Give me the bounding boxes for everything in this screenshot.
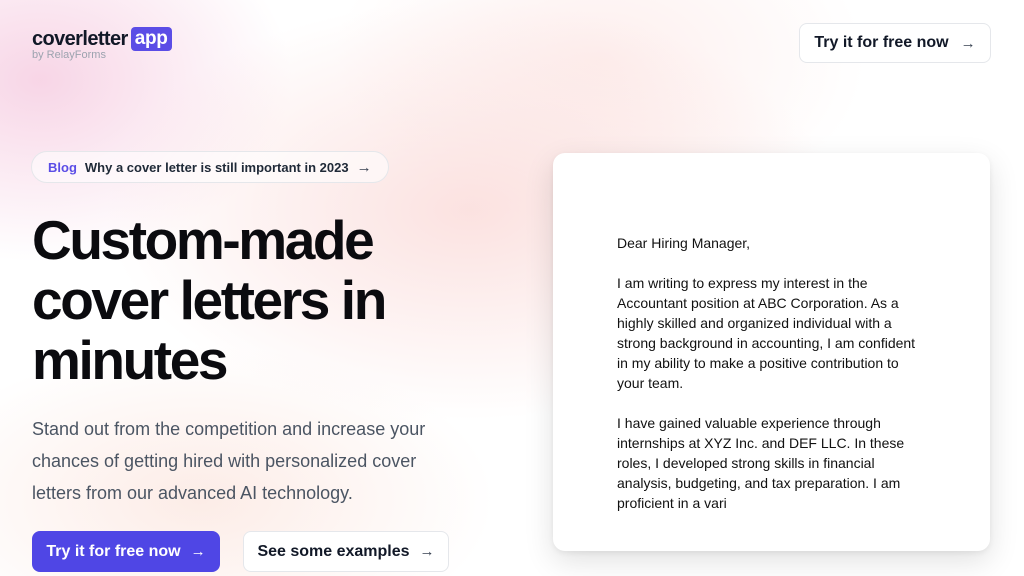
logo-badge: app xyxy=(130,27,172,51)
cover-letter-preview: Dear Hiring Manager, I am writing to exp… xyxy=(553,153,990,551)
blog-title: Why a cover letter is still important in… xyxy=(84,159,349,175)
blog-tag: Blog xyxy=(48,159,77,175)
blog-announcement-link[interactable]: Blog Why a cover letter is still importa… xyxy=(31,151,389,183)
header-try-free-button[interactable]: Try it for free now → xyxy=(799,23,991,63)
letter-paragraph: I am writing to express my interest in t… xyxy=(617,275,916,391)
arrow-right-icon: → xyxy=(356,158,372,176)
try-free-button[interactable]: Try it for free now → xyxy=(32,531,220,572)
hero-subtext: Stand out from the competition and incre… xyxy=(32,419,426,503)
hero-headline: Custom-made cover letters in minutes xyxy=(32,209,387,391)
letter-body: Dear Hiring Manager, I am writing to exp… xyxy=(617,233,927,533)
letter-greeting: Dear Hiring Manager, xyxy=(617,235,751,251)
arrow-right-icon: → xyxy=(190,543,206,560)
try-free-label: Try it for free now xyxy=(46,542,181,560)
see-examples-label: See some examples xyxy=(257,542,410,560)
see-examples-button[interactable]: See some examples → xyxy=(243,531,449,572)
arrow-right-icon: → xyxy=(960,34,976,52)
arrow-right-icon: → xyxy=(419,543,435,560)
letter-paragraph: I have gained valuable experience throug… xyxy=(617,415,905,511)
logo-wordmark: coverletter xyxy=(32,28,128,50)
logo[interactable]: coverletter app by RelayForms xyxy=(32,27,172,61)
header-try-free-label: Try it for free now xyxy=(814,34,949,51)
